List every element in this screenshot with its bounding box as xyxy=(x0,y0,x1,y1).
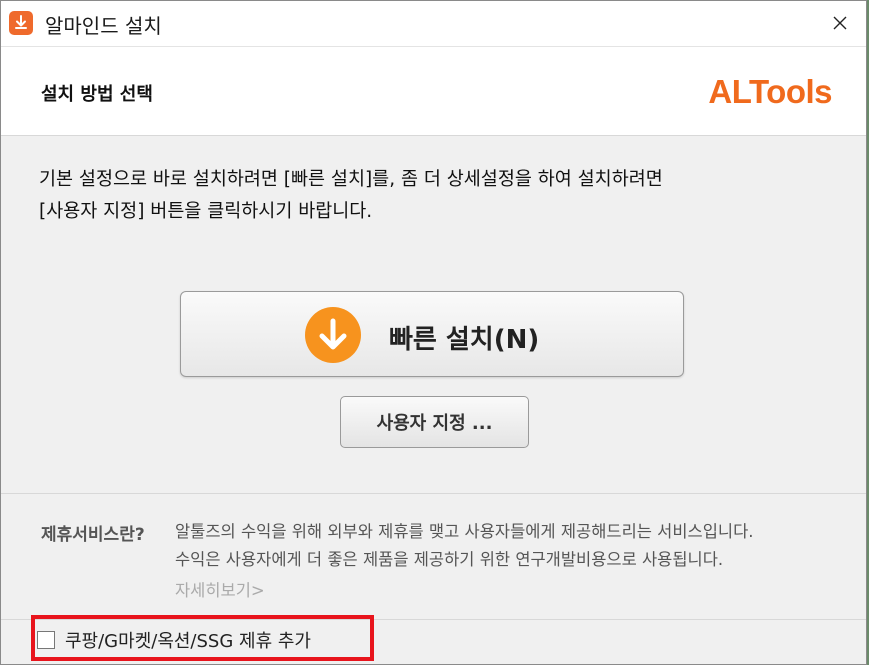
section-title: 설치 방법 선택 xyxy=(41,84,153,105)
altools-logo: ALTools xyxy=(708,73,832,110)
quick-install-label: 빠른 설치(N) xyxy=(389,325,540,355)
close-button[interactable] xyxy=(818,5,862,41)
details-link[interactable]: 자세히보기> xyxy=(175,577,265,601)
header-band: 설치 방법 선택 ALTools xyxy=(1,47,866,136)
install-description: 기본 설정으로 바로 설치하려면 [빠른 설치]를, 좀 더 상세설정을 하여 … xyxy=(39,164,839,228)
divider xyxy=(1,493,866,494)
description-line-1: 기본 설정으로 바로 설치하려면 [빠른 설치]를, 좀 더 상세설정을 하여 … xyxy=(39,169,663,190)
custom-install-button[interactable]: 사용자 지정 ... xyxy=(340,396,529,448)
partner-checkbox-label[interactable]: 쿠팡/G마켓/옥션/SSG 제휴 추가 xyxy=(65,627,311,653)
window-title: 알마인드 설치 xyxy=(45,14,162,38)
down-arrow-circle-icon xyxy=(305,307,361,363)
partner-checkbox[interactable] xyxy=(37,631,55,649)
partner-text-line-2: 수익은 사용자에게 더 좋은 제품을 제공하기 위한 연구개발비용으로 사용됩니… xyxy=(175,550,724,569)
installer-window: 알마인드 설치 설치 방법 선택 ALTools 기본 설정으로 바로 설치하려… xyxy=(0,0,867,665)
partner-service-description: 알툴즈의 수익을 위해 외부와 제휴를 맺고 사용자들에게 제공해드리는 서비스… xyxy=(175,518,845,574)
divider xyxy=(1,619,866,620)
title-bar[interactable]: 알마인드 설치 xyxy=(1,1,866,47)
quick-install-button[interactable]: 빠른 설치(N) xyxy=(180,291,684,377)
download-arrow-icon xyxy=(9,11,33,35)
description-line-2: [사용자 지정] 버튼을 클릭하시기 바랍니다. xyxy=(39,201,373,222)
partner-option-row[interactable]: 쿠팡/G마켓/옥션/SSG 제휴 추가 xyxy=(37,625,311,655)
partner-service-label: 제휴서비스란? xyxy=(41,525,145,545)
partner-text-line-1: 알툴즈의 수익을 위해 외부와 제휴를 맺고 사용자들에게 제공해드리는 서비스… xyxy=(175,522,754,541)
close-icon xyxy=(833,16,847,30)
